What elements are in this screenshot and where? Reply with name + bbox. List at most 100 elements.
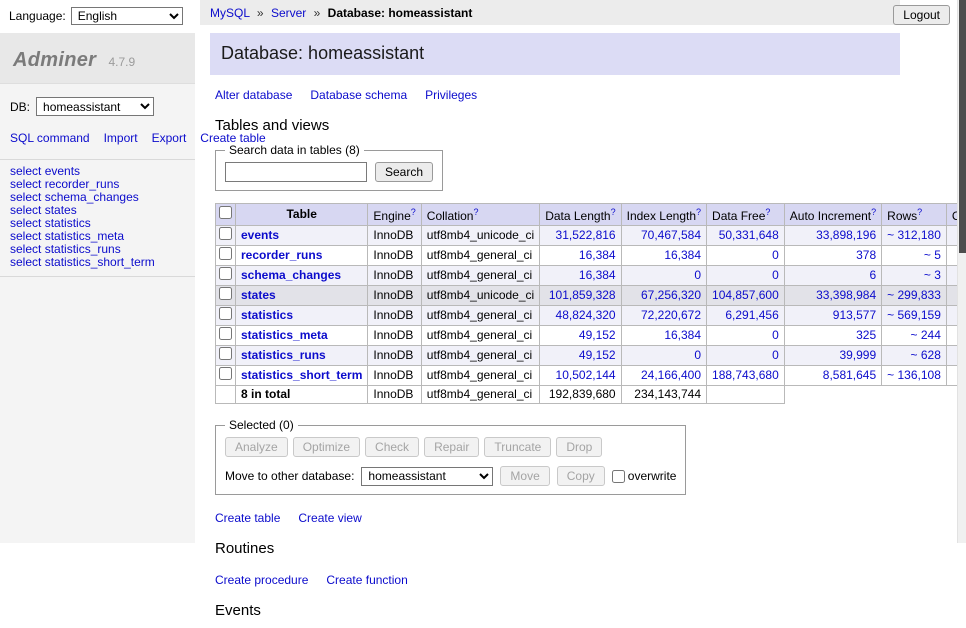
row-checkbox-statistics[interactable] xyxy=(219,307,232,320)
index-length-link[interactable]: 67,256,320 xyxy=(641,288,701,302)
routine-link-create-function[interactable]: Create function xyxy=(326,573,407,587)
rows-link[interactable]: ~ 3 xyxy=(924,268,941,282)
nav-link-database-schema[interactable]: Database schema xyxy=(310,88,407,102)
index-length-link[interactable]: 16,384 xyxy=(664,248,701,262)
repair-button[interactable]: Repair xyxy=(424,437,479,457)
table-states-link[interactable]: states xyxy=(45,203,77,217)
overwrite-checkbox[interactable] xyxy=(612,470,625,483)
select-all-checkbox[interactable] xyxy=(219,206,232,219)
data-length-link[interactable]: 31,522,816 xyxy=(556,228,616,242)
select-statistics_short_term-link[interactable]: select xyxy=(10,255,41,269)
index-length-link[interactable]: 72,220,672 xyxy=(641,308,701,322)
data-length-link[interactable]: 101,859,328 xyxy=(549,288,616,302)
logout-button[interactable]: Logout xyxy=(893,5,950,25)
index-length-link[interactable]: 70,467,584 xyxy=(641,228,701,242)
row-checkbox-statistics_runs[interactable] xyxy=(219,347,232,360)
data-free-link[interactable]: 0 xyxy=(772,248,779,262)
row-checkbox-statistics_meta[interactable] xyxy=(219,327,232,340)
grid-table-states-link[interactable]: states xyxy=(241,288,276,302)
help-engine-link[interactable]: ? xyxy=(411,207,416,217)
rows-link[interactable]: ~ 136,108 xyxy=(887,368,941,382)
optimize-button[interactable]: Optimize xyxy=(293,437,360,457)
rows-link[interactable]: ~ 628 xyxy=(911,348,941,362)
table-statistics_runs-link[interactable]: statistics_runs xyxy=(45,242,121,256)
language-select[interactable]: English xyxy=(71,7,183,25)
table-schema_changes-link[interactable]: schema_changes xyxy=(45,190,139,204)
breadcrumb-link-server[interactable]: Server xyxy=(271,6,306,20)
sidebar-link-import[interactable]: Import xyxy=(104,131,138,145)
check-button[interactable]: Check xyxy=(365,437,419,457)
scrollbar-thumb[interactable] xyxy=(959,0,966,253)
data-free-link[interactable]: 50,331,648 xyxy=(719,228,779,242)
rows-link[interactable]: ~ 312,180 xyxy=(887,228,941,242)
copy-button[interactable]: Copy xyxy=(557,466,605,486)
select-statistics_runs-link[interactable]: select xyxy=(10,242,41,256)
analyze-button[interactable]: Analyze xyxy=(225,437,288,457)
data-free-link[interactable]: 6,291,456 xyxy=(725,308,778,322)
table-statistics_short_term-link[interactable]: statistics_short_term xyxy=(45,255,155,269)
row-checkbox-recorder_runs[interactable] xyxy=(219,247,232,260)
data-length-link[interactable]: 49,152 xyxy=(579,328,616,342)
help-auto-increment-link[interactable]: ? xyxy=(871,207,876,217)
auto-increment-link[interactable]: 33,898,196 xyxy=(816,228,876,242)
select-events-link[interactable]: select xyxy=(10,164,41,178)
index-length-link[interactable]: 16,384 xyxy=(664,328,701,342)
db-select[interactable]: homeassistant xyxy=(36,97,154,116)
auto-increment-link[interactable]: 39,999 xyxy=(839,348,876,362)
select-states-link[interactable]: select xyxy=(10,203,41,217)
select-schema_changes-link[interactable]: select xyxy=(10,190,41,204)
grid-table-statistics_short_term-link[interactable]: statistics_short_term xyxy=(241,368,362,382)
rows-link[interactable]: ~ 569,159 xyxy=(887,308,941,322)
routine-link-create-procedure[interactable]: Create procedure xyxy=(215,573,308,587)
select-recorder_runs-link[interactable]: select xyxy=(10,177,41,191)
nav-link-privileges[interactable]: Privileges xyxy=(425,88,477,102)
data-free-link[interactable]: 0 xyxy=(772,328,779,342)
truncate-button[interactable]: Truncate xyxy=(484,437,551,457)
index-length-link[interactable]: 0 xyxy=(694,348,701,362)
auto-increment-link[interactable]: 6 xyxy=(869,268,876,282)
search-button[interactable]: Search xyxy=(375,162,433,182)
sidebar-link-sql-command[interactable]: SQL command xyxy=(10,131,90,145)
nav-link-alter-database[interactable]: Alter database xyxy=(215,88,292,102)
grid-table-statistics_meta-link[interactable]: statistics_meta xyxy=(241,328,328,342)
data-free-link[interactable]: 0 xyxy=(772,268,779,282)
auto-increment-link[interactable]: 378 xyxy=(856,248,876,262)
table-statistics_meta-link[interactable]: statistics_meta xyxy=(45,229,124,243)
help-data-free-link[interactable]: ? xyxy=(765,207,770,217)
table-events-link[interactable]: events xyxy=(45,164,80,178)
row-checkbox-events[interactable] xyxy=(219,227,232,240)
sidebar-link-export[interactable]: Export xyxy=(152,131,187,145)
scrollbar[interactable] xyxy=(957,0,966,543)
grid-table-statistics_runs-link[interactable]: statistics_runs xyxy=(241,348,326,362)
grid-table-statistics-link[interactable]: statistics xyxy=(241,308,293,322)
create-link-create-table[interactable]: Create table xyxy=(215,511,280,525)
data-length-link[interactable]: 48,824,320 xyxy=(556,308,616,322)
help-rows-link[interactable]: ? xyxy=(917,207,922,217)
move-db-select[interactable]: homeassistant xyxy=(361,467,493,486)
auto-increment-link[interactable]: 325 xyxy=(856,328,876,342)
row-checkbox-statistics_short_term[interactable] xyxy=(219,367,232,380)
row-checkbox-states[interactable] xyxy=(219,287,232,300)
auto-increment-link[interactable]: 8,581,645 xyxy=(823,368,876,382)
search-input[interactable] xyxy=(225,162,367,182)
grid-table-schema_changes-link[interactable]: schema_changes xyxy=(241,268,341,282)
auto-increment-link[interactable]: 913,577 xyxy=(833,308,876,322)
grid-table-events-link[interactable]: events xyxy=(241,228,279,242)
data-length-link[interactable]: 16,384 xyxy=(579,248,616,262)
data-length-link[interactable]: 49,152 xyxy=(579,348,616,362)
auto-increment-link[interactable]: 33,398,984 xyxy=(816,288,876,302)
rows-link[interactable]: ~ 244 xyxy=(911,328,941,342)
create-link-create-view[interactable]: Create view xyxy=(298,511,361,525)
breadcrumb-link-mysql[interactable]: MySQL xyxy=(210,6,250,20)
data-length-link[interactable]: 10,502,144 xyxy=(556,368,616,382)
help-data-length-link[interactable]: ? xyxy=(611,207,616,217)
rows-link[interactable]: ~ 5 xyxy=(924,248,941,262)
table-recorder_runs-link[interactable]: recorder_runs xyxy=(45,177,120,191)
row-checkbox-schema_changes[interactable] xyxy=(219,267,232,280)
table-statistics-link[interactable]: statistics xyxy=(45,216,91,230)
index-length-link[interactable]: 24,166,400 xyxy=(641,368,701,382)
data-length-link[interactable]: 16,384 xyxy=(579,268,616,282)
rows-link[interactable]: ~ 299,833 xyxy=(887,288,941,302)
drop-button[interactable]: Drop xyxy=(556,437,602,457)
data-free-link[interactable]: 0 xyxy=(772,348,779,362)
